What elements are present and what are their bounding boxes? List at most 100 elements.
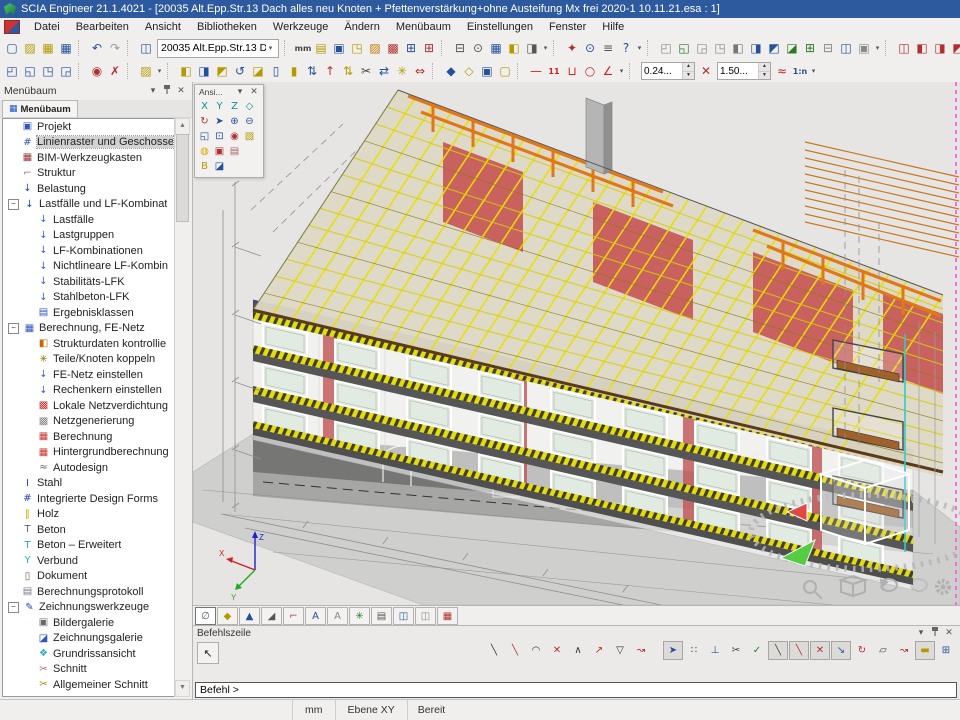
view-x-icon[interactable]: X [197,99,212,114]
chevron-down-icon[interactable]: ▾ [146,86,160,96]
member-tool-icon-14[interactable]: ⇔ [411,62,429,80]
table-composer-icon[interactable]: ⊞ [402,39,420,57]
view-layout-icon-2[interactable]: ◱ [675,39,693,57]
expander-minus-icon[interactable]: − [8,602,19,613]
member-check-icon-4[interactable]: ◩ [949,39,960,57]
command-input[interactable]: Befehl > [195,682,957,698]
tree-item[interactable]: YVerbund [3,553,189,569]
supports-display-icon[interactable]: ▲ [239,607,260,625]
view-y-icon[interactable]: Y [212,99,227,114]
tree-item[interactable]: ✂Allgemeiner Schnitt [3,677,189,693]
member-check-icon-2[interactable]: ◧ [913,39,931,57]
view-layout-icon-4[interactable]: ◳ [711,39,729,57]
tree-item[interactable]: ▩Netzgenerierung [3,414,189,430]
scroll-thumb[interactable] [176,134,189,222]
document-new-icon[interactable]: ◧ [505,39,523,57]
pin-icon[interactable] [160,85,174,97]
erase-icon[interactable]: ✗ [106,62,124,80]
palette-icon[interactable]: ▩ [384,39,402,57]
member-tool-icon-9[interactable]: ↑ [321,62,339,80]
draw-line-icon[interactable]: — [527,62,545,80]
tree-item[interactable]: ↓Rechenkern einstellen [3,383,189,399]
member-check-icon-1[interactable]: ◫ [895,39,913,57]
tree-item[interactable]: −✎Zeichnungswerkzeuge [3,600,189,616]
gallery-icon[interactable]: ▣ [330,39,348,57]
snap-curve-icon[interactable]: ↝ [894,641,914,660]
menu-item[interactable]: Einstellungen [459,19,541,35]
render-solid-icon[interactable]: ◆ [217,607,238,625]
tree-item[interactable]: ↓FE-Netz einstellen [3,367,189,383]
units-mm-cm-icon[interactable]: mm [294,39,312,57]
document-window-icon[interactable] [4,20,20,34]
grid-snap-icon[interactable]: ∷ [684,641,704,660]
accept-icon[interactable]: ✓ [747,641,767,660]
snap-node-icon[interactable]: ↘ [831,641,851,660]
view-layout-icon-7[interactable]: ◩ [765,39,783,57]
zoom-selection-icon[interactable]: ◉ [227,129,242,144]
member-tool-icon-11[interactable]: ✂ [357,62,375,80]
tree-item[interactable]: ↓Lastgruppen [3,228,189,244]
member-check-icon-3[interactable]: ◨ [931,39,949,57]
tree-item[interactable]: ▤Ergebnisklassen [3,305,189,321]
view-layout-icon-9[interactable]: ⊞ [801,39,819,57]
light-icon[interactable]: ◍ [197,144,212,159]
tree-item[interactable]: ⌐Struktur [3,166,189,182]
draw-circle-icon[interactable]: ○ [581,62,599,80]
menu-item[interactable]: Fenster [541,19,594,35]
spinner-down-icon[interactable]: ▼ [683,72,694,80]
labels-abc-icon[interactable]: A [305,607,326,625]
redo-icon[interactable]: ↷ [106,39,124,57]
block-tool-icon-3[interactable]: ▣ [478,62,496,80]
tree-item[interactable]: ✂Schnitt [3,662,189,678]
scale-lock-icon[interactable]: ✕ [697,62,715,80]
window-copy-icon-2[interactable]: ◱ [21,62,39,80]
model-viewport[interactable]: Z X Y Ansi... ▾ ✕ XYZ◇↻➤⊕⊖◱⊡◉▧◍▣▤B◪ [193,82,960,605]
folder-icon[interactable]: ▨ [137,62,155,80]
tree-item[interactable]: ▤Berechnungsprotokoll [3,584,189,600]
tree-item[interactable]: ↓Belastung [3,181,189,197]
storeys-icon[interactable]: ≡ [599,39,617,57]
close-icon[interactable]: ✕ [174,86,188,96]
window-copy-icon-1[interactable]: ◰ [3,62,21,80]
tree-item[interactable]: ≈Autodesign [3,460,189,476]
trim-icon[interactable]: ✂ [726,641,746,660]
tree-item[interactable]: ▩Lokale Netzverdichtung [3,398,189,414]
render-wireframe-icon[interactable]: ∅ [195,607,216,625]
view-layout-icon-5[interactable]: ◧ [729,39,747,57]
undo-icon[interactable]: ↶ [88,39,106,57]
dropdown-arrow-icon[interactable]: ▾ [809,67,818,75]
status-plane[interactable]: Ebene XY [336,700,408,720]
window-copy-icon-3[interactable]: ◳ [39,62,57,80]
clip-box-icon[interactable]: ▧ [242,129,257,144]
ruler-icon[interactable]: ▬ [915,641,935,660]
export-icon[interactable]: ◳ [348,39,366,57]
dropdown-arrow-icon[interactable]: ▾ [635,44,644,52]
cursor-snap-icon[interactable]: ➤ [663,641,683,660]
draw-segment-red-icon[interactable]: ╲ [505,641,525,660]
block-tool-icon-4[interactable]: ▢ [496,62,514,80]
view-params-icon[interactable]: ◫ [393,607,414,625]
dropdown-arrow-icon[interactable]: ▾ [541,44,550,52]
dimension-lines-icon[interactable]: ⌐ [283,607,304,625]
plane-icon[interactable]: ▽ [610,641,630,660]
perspective-icon[interactable]: ◪ [212,159,227,174]
tree-item[interactable]: TBeton – Erweitert [3,538,189,554]
view-floating-toolbar[interactable]: Ansi... ▾ ✕ XYZ◇↻➤⊕⊖◱⊡◉▧◍▣▤B◪ [194,84,264,178]
zoom-out-icon[interactable]: ⊖ [242,114,257,129]
project-selector[interactable]: 20035 Alt.Epp.Str.13 Dach▾ [157,39,279,58]
render-settings-icon[interactable]: ▣ [212,144,227,159]
project-window-icon[interactable]: ◫ [137,39,155,57]
draw-angle-icon[interactable]: ∠ [599,62,617,80]
tree-item[interactable]: ✳Teile/Knoten koppeln [3,352,189,368]
document-icon[interactable]: ◨ [523,39,541,57]
snap-distance-spinner[interactable]: 0.24...▲▼ [641,62,695,80]
tree-item[interactable]: ❖Grundrissansicht [3,646,189,662]
member-tool-icon-8[interactable]: ⇅ [303,62,321,80]
chevron-down-icon[interactable]: ▾ [233,87,247,97]
block-tool-icon-1[interactable]: ◆ [442,62,460,80]
save-icon[interactable]: ▦ [57,39,75,57]
tree-item[interactable]: ▦Hintergrundberechnung [3,445,189,461]
spinner-down-icon[interactable]: ▼ [759,72,770,80]
tree-item[interactable]: #Integrierte Design Forms [3,491,189,507]
member-tool-icon-10[interactable]: ⇅ [339,62,357,80]
